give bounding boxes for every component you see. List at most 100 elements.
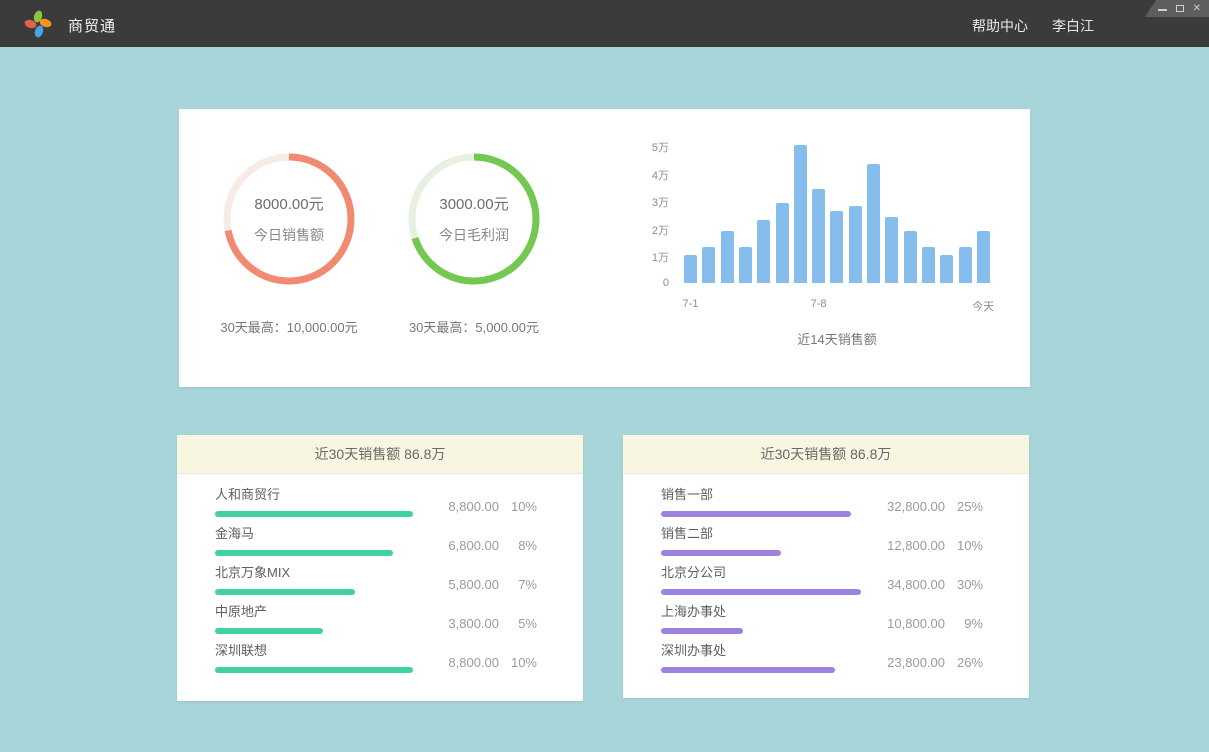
y-axis-tick: 4万 <box>609 167 669 183</box>
rank-row-percent: 10% <box>945 538 983 553</box>
chart-bar <box>959 247 972 283</box>
rank-row-percent: 25% <box>945 499 983 514</box>
y-axis-tick: 2万 <box>609 222 669 238</box>
chart-bar <box>684 255 697 283</box>
rank-row-values: 34,800.0030% <box>843 577 983 592</box>
rank-row-amount: 5,800.00 <box>397 577 499 592</box>
rank-row-amount: 3,800.00 <box>397 616 499 631</box>
rank-row-amount: 10,800.00 <box>843 616 945 631</box>
rank-row: 上海办事处10,800.009% <box>661 599 983 638</box>
rank-row-amount: 23,800.00 <box>843 655 945 670</box>
chart-bar <box>812 189 825 283</box>
user-name[interactable]: 李白江 <box>1052 16 1094 36</box>
y-axis-tick: 5万 <box>609 139 669 155</box>
today-profit-donut-block: 3000.00元 今日毛利润 30天最高：5,000.00元 <box>389 149 559 336</box>
y-axis-tick: 1万 <box>609 249 669 265</box>
rank-row-amount: 34,800.00 <box>843 577 945 592</box>
rank-row: 销售二部12,800.0010% <box>661 521 983 560</box>
rank-row: 销售一部32,800.0025% <box>661 482 983 521</box>
chart-bar <box>922 247 935 283</box>
app-logo-pinwheel-icon <box>22 8 54 40</box>
chart-caption: 近14天销售额 <box>684 329 990 348</box>
rank-row-percent: 9% <box>945 616 983 631</box>
chart-bar <box>849 206 862 283</box>
rank-row-amount: 32,800.00 <box>843 499 945 514</box>
today-sales-caption: 30天最高：10,000.00元 <box>204 317 374 336</box>
rank-row-bar <box>215 589 355 595</box>
chart-plot <box>684 145 990 283</box>
chart-bar <box>885 217 898 283</box>
chart-bar <box>867 164 880 283</box>
x-axis-tick: 7-8 <box>811 298 827 310</box>
rank-card-departments: 近30天销售额 86.8万 销售一部32,800.0025%销售二部12,800… <box>623 435 1029 698</box>
rank-card-customers: 近30天销售额 86.8万 人和商贸行8,800.0010%金海马6,800.0… <box>177 435 583 701</box>
today-sales-donut-block: 8000.00元 今日销售额 30天最高：10,000.00元 <box>204 149 374 336</box>
titlebar: 商贸通 帮助中心 李白江 ✕ <box>0 0 1209 47</box>
y-axis-tick: 0 <box>609 277 669 289</box>
rank-row-bar <box>215 667 413 673</box>
rank-row: 北京万象MIX5,800.007% <box>215 560 537 599</box>
rank-card-customers-title: 近30天销售额 86.8万 <box>177 435 583 474</box>
rank-row-percent: 26% <box>945 655 983 670</box>
chart-bar <box>830 211 843 283</box>
x-axis-tick: 今天 <box>972 298 994 314</box>
rank-row-percent: 8% <box>499 538 537 553</box>
chart-bar <box>702 247 715 283</box>
chart-bar <box>977 231 990 283</box>
y-axis-tick: 3万 <box>609 194 669 210</box>
today-profit-caption: 30天最高：5,000.00元 <box>389 317 559 336</box>
rank-row-values: 8,800.0010% <box>397 499 537 514</box>
app-title: 商贸通 <box>68 15 116 36</box>
sales-14d-bar-chart: 5万 4万 3万 2万 1万 0 7-1 7-8 今天 近14天销售额 <box>609 109 1030 387</box>
help-center-link[interactable]: 帮助中心 <box>972 16 1028 36</box>
rank-row-values: 3,800.005% <box>397 616 537 631</box>
rank-row-amount: 8,800.00 <box>397 499 499 514</box>
rank-row-percent: 10% <box>499 655 537 670</box>
minimize-icon[interactable] <box>1158 9 1167 11</box>
rank-row: 北京分公司34,800.0030% <box>661 560 983 599</box>
rank-row: 中原地产3,800.005% <box>215 599 537 638</box>
close-icon[interactable]: ✕ <box>1193 4 1201 14</box>
rank-row-bar <box>661 667 835 673</box>
rank-row-values: 23,800.0026% <box>843 655 983 670</box>
rank-row-percent: 10% <box>499 499 537 514</box>
rank-row: 深圳办事处23,800.0026% <box>661 638 983 677</box>
rank-row-amount: 8,800.00 <box>397 655 499 670</box>
rank-row-values: 32,800.0025% <box>843 499 983 514</box>
rank-card-departments-rows: 销售一部32,800.0025%销售二部12,800.0010%北京分公司34,… <box>623 474 1029 677</box>
chart-bar <box>776 203 789 283</box>
chart-bar <box>794 145 807 283</box>
rank-card-customers-rows: 人和商贸行8,800.0010%金海马6,800.008%北京万象MIX5,80… <box>177 474 583 677</box>
rank-row-percent: 30% <box>945 577 983 592</box>
chart-bar <box>739 247 752 283</box>
overview-card: 8000.00元 今日销售额 30天最高：10,000.00元 3000.00元… <box>179 109 1030 387</box>
rank-row-bar <box>215 550 393 556</box>
rank-row-values: 8,800.0010% <box>397 655 537 670</box>
rank-row-bar <box>215 511 413 517</box>
rank-row-amount: 12,800.00 <box>843 538 945 553</box>
rank-row-bar <box>661 628 743 634</box>
rank-row-bar <box>215 628 323 634</box>
rank-row-values: 10,800.009% <box>843 616 983 631</box>
rank-card-departments-title: 近30天销售额 86.8万 <box>623 435 1029 474</box>
x-axis-tick: 7-1 <box>683 298 699 310</box>
rank-row-bar <box>661 589 861 595</box>
chart-bar <box>757 220 770 283</box>
today-profit-label: 今日毛利润 <box>439 225 509 245</box>
rank-row: 人和商贸行8,800.0010% <box>215 482 537 521</box>
maximize-icon[interactable] <box>1176 5 1184 12</box>
window-controls: ✕ <box>1145 0 1209 17</box>
today-sales-value: 8000.00元 <box>254 193 323 214</box>
rank-row: 金海马6,800.008% <box>215 521 537 560</box>
rank-row: 深圳联想8,800.0010% <box>215 638 537 677</box>
rank-row-bar <box>661 511 851 517</box>
rank-row-values: 5,800.007% <box>397 577 537 592</box>
rank-row-values: 6,800.008% <box>397 538 537 553</box>
rank-row-percent: 7% <box>499 577 537 592</box>
rank-row-bar <box>661 550 781 556</box>
chart-bar <box>721 231 734 283</box>
today-sales-label: 今日销售额 <box>254 225 324 245</box>
rank-row-values: 12,800.0010% <box>843 538 983 553</box>
rank-row-percent: 5% <box>499 616 537 631</box>
rank-row-amount: 6,800.00 <box>397 538 499 553</box>
